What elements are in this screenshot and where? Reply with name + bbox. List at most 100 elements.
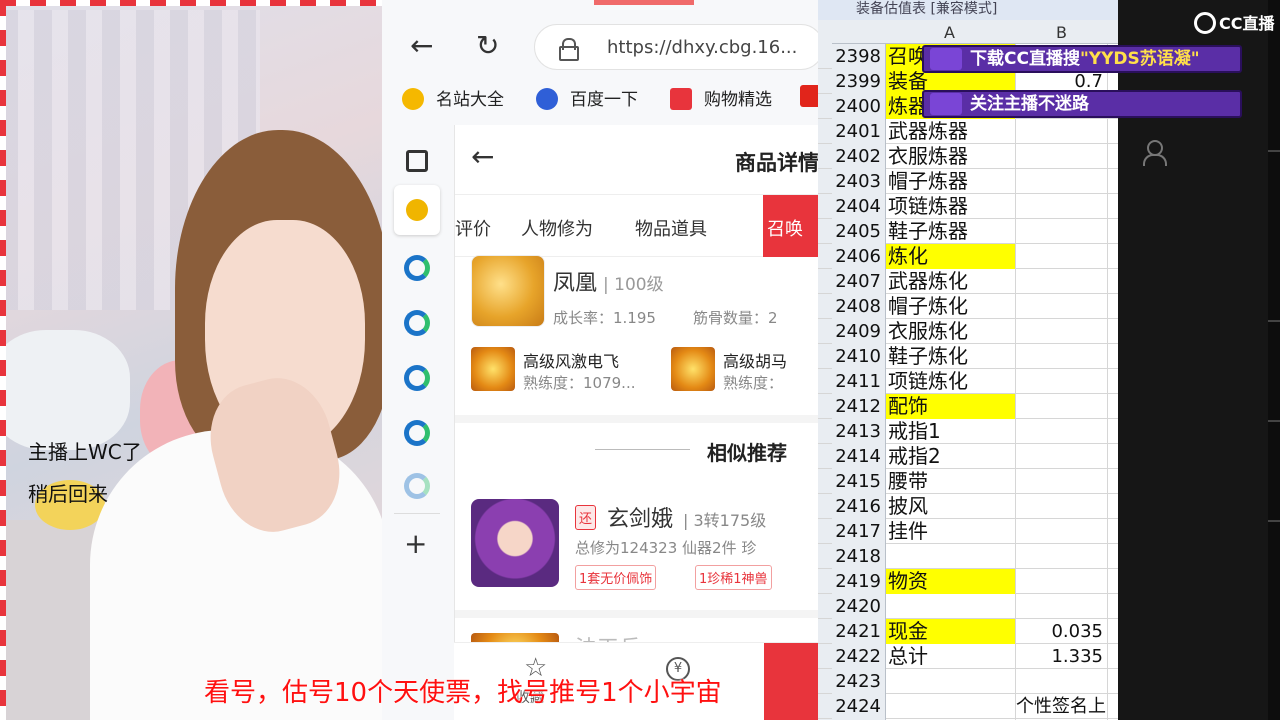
cell-b[interactable] xyxy=(1016,444,1108,469)
row-number[interactable]: 2421 xyxy=(832,619,886,644)
cell-b[interactable] xyxy=(1016,419,1108,444)
row-number[interactable]: 2412 xyxy=(832,394,886,419)
cell-a[interactable]: 披风 xyxy=(886,494,1016,519)
cell-a[interactable]: 项链炼化 xyxy=(886,369,1016,394)
cell-b[interactable] xyxy=(1016,269,1108,294)
cell-b[interactable]: 个性签名上 xyxy=(1016,694,1108,719)
cell-a[interactable]: 腰带 xyxy=(886,469,1016,494)
row-number[interactable]: 2410 xyxy=(832,344,886,369)
plus-icon[interactable]: + xyxy=(404,530,427,558)
cell-a[interactable]: 戒指1 xyxy=(886,419,1016,444)
row-number[interactable]: 2418 xyxy=(832,544,886,569)
edge-icon[interactable] xyxy=(404,473,430,499)
cell-b[interactable] xyxy=(1016,469,1108,494)
cell-b[interactable] xyxy=(1016,519,1108,544)
edge-icon[interactable] xyxy=(404,365,430,391)
tab-summon[interactable]: 召唤 xyxy=(767,215,803,241)
row-number[interactable]: 2411 xyxy=(832,369,886,394)
column-header-a[interactable]: A xyxy=(944,23,955,42)
fav-item-2[interactable]: 购物精选 xyxy=(670,85,772,110)
row-number[interactable]: 2409 xyxy=(832,319,886,344)
cell-a[interactable]: 现金 xyxy=(886,619,1016,644)
character-avatar[interactable] xyxy=(471,499,559,587)
cell-b[interactable] xyxy=(1016,569,1108,594)
refresh-icon[interactable]: ↻ xyxy=(476,32,499,60)
row-number[interactable]: 2415 xyxy=(832,469,886,494)
row-number[interactable]: 2405 xyxy=(832,219,886,244)
cell-b[interactable] xyxy=(1016,169,1108,194)
cell-b[interactable] xyxy=(1016,244,1108,269)
address-bar[interactable]: https://dhxy.cbg.16... xyxy=(534,24,822,70)
tab-cultivation[interactable]: 人物修为 xyxy=(521,215,593,241)
cell-a[interactable]: 鞋子炼器 xyxy=(886,219,1016,244)
cell-a[interactable] xyxy=(886,669,1016,694)
cell-b[interactable] xyxy=(1016,219,1108,244)
row-number[interactable]: 2404 xyxy=(832,194,886,219)
row-number[interactable]: 2408 xyxy=(832,294,886,319)
row-number[interactable]: 2400 xyxy=(832,94,886,119)
row-number[interactable]: 2407 xyxy=(832,269,886,294)
cell-a[interactable]: 衣服炼化 xyxy=(886,319,1016,344)
row-number[interactable]: 2414 xyxy=(832,444,886,469)
phoenix-pet-image[interactable] xyxy=(471,255,545,327)
row-number[interactable]: 2422 xyxy=(832,644,886,669)
cell-a[interactable] xyxy=(886,694,1016,719)
cell-a[interactable]: 物资 xyxy=(886,569,1016,594)
cell-b[interactable] xyxy=(1016,119,1108,144)
row-number[interactable]: 2423 xyxy=(832,669,886,694)
cell-b[interactable] xyxy=(1016,294,1108,319)
cell-a[interactable]: 帽子炼器 xyxy=(886,169,1016,194)
edge-icon[interactable] xyxy=(404,255,430,281)
row-number[interactable]: 2413 xyxy=(832,419,886,444)
row-number[interactable]: 2403 xyxy=(832,169,886,194)
cell-a[interactable] xyxy=(886,594,1016,619)
cell-b[interactable] xyxy=(1016,344,1108,369)
cell-a[interactable]: 炼化 xyxy=(886,244,1016,269)
cell-a[interactable]: 戒指2 xyxy=(886,444,1016,469)
row-number[interactable]: 2399 xyxy=(832,69,886,94)
cell-a[interactable]: 配饰 xyxy=(886,394,1016,419)
row-number[interactable]: 2398 xyxy=(832,44,886,69)
active-sidebar-item[interactable] xyxy=(394,185,440,235)
fav-item-0[interactable]: 名站大全 xyxy=(402,85,504,110)
user-icon[interactable] xyxy=(1142,140,1167,166)
row-number[interactable]: 2424 xyxy=(832,694,886,719)
cell-a[interactable]: 武器炼化 xyxy=(886,269,1016,294)
row-number[interactable]: 2420 xyxy=(832,594,886,619)
cell-b[interactable]: 1.335 xyxy=(1016,644,1108,669)
cell-b[interactable] xyxy=(1016,319,1108,344)
cell-a[interactable]: 武器炼器 xyxy=(886,119,1016,144)
row-number[interactable]: 2401 xyxy=(832,119,886,144)
row-number[interactable]: 2419 xyxy=(832,569,886,594)
cell-a[interactable]: 鞋子炼化 xyxy=(886,344,1016,369)
row-number[interactable]: 2406 xyxy=(832,244,886,269)
row-number[interactable]: 2416 xyxy=(832,494,886,519)
cell-b[interactable] xyxy=(1016,494,1108,519)
tab-review[interactable]: 评价 xyxy=(455,215,491,241)
fav-item-1[interactable]: 百度一下 xyxy=(536,85,638,110)
character-name[interactable]: 玄剑娥 xyxy=(607,501,673,533)
cell-a[interactable]: 项链炼器 xyxy=(886,194,1016,219)
buy-button[interactable] xyxy=(764,643,822,720)
cell-b[interactable] xyxy=(1016,144,1108,169)
back-arrow-icon[interactable]: ← xyxy=(410,32,433,60)
edge-icon[interactable] xyxy=(404,420,430,446)
cell-b[interactable] xyxy=(1016,669,1108,694)
row-number[interactable]: 2402 xyxy=(832,144,886,169)
tab-items[interactable]: 物品道具 xyxy=(635,215,707,241)
cell-b[interactable] xyxy=(1016,194,1108,219)
cell-b[interactable] xyxy=(1016,594,1108,619)
edge-icon[interactable] xyxy=(404,310,430,336)
cell-b[interactable] xyxy=(1016,394,1108,419)
cell-a[interactable]: 总计 xyxy=(886,644,1016,669)
cell-b[interactable] xyxy=(1016,369,1108,394)
cell-a[interactable]: 帽子炼化 xyxy=(886,294,1016,319)
cell-b[interactable] xyxy=(1016,544,1108,569)
cell-a[interactable]: 衣服炼器 xyxy=(886,144,1016,169)
column-header-b[interactable]: B xyxy=(1056,23,1067,42)
cell-b[interactable]: 0.035 xyxy=(1016,619,1108,644)
row-number[interactable]: 2417 xyxy=(832,519,886,544)
cell-a[interactable]: 挂件 xyxy=(886,519,1016,544)
cell-a[interactable] xyxy=(886,544,1016,569)
tabs-icon[interactable] xyxy=(406,150,428,172)
